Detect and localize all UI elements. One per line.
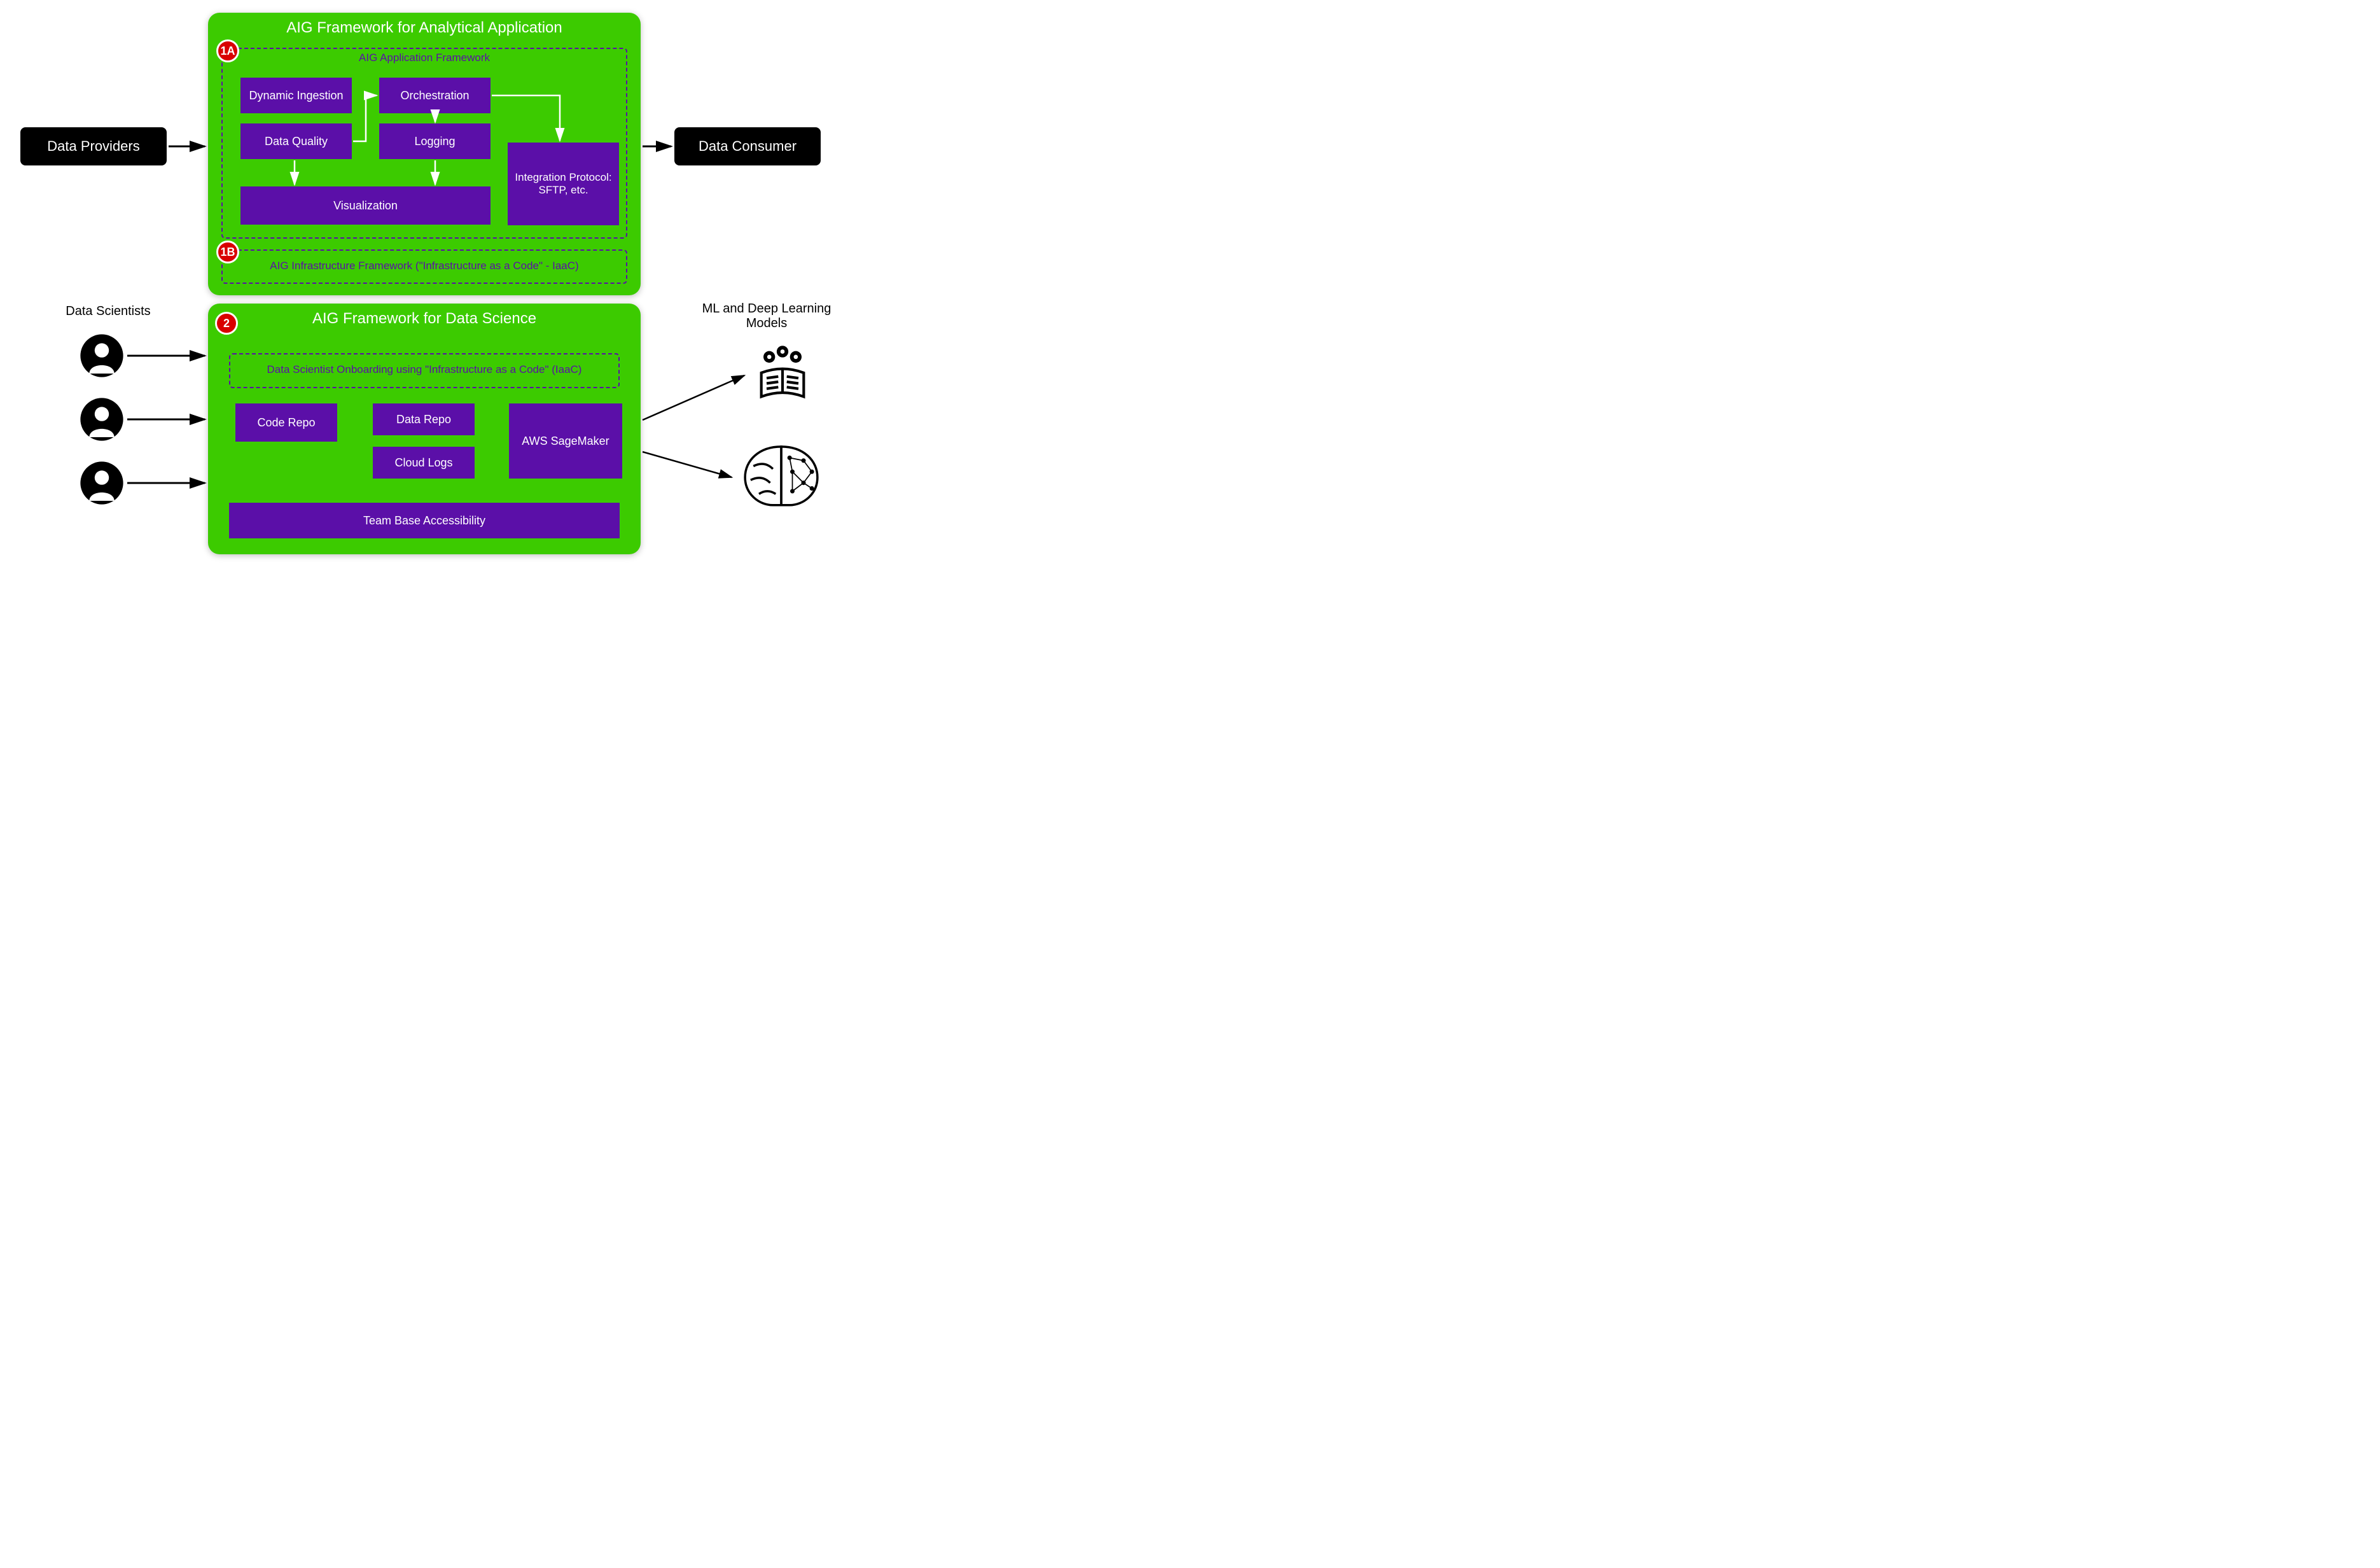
data-providers-label: Data Providers [47,138,140,155]
block-integration: Integration Protocol: SFTP, etc. [508,143,619,225]
block-cloud-logs: Cloud Logs [373,447,475,479]
block-code-repo: Code Repo [235,403,337,442]
data-providers-box: Data Providers [20,127,167,165]
block-team-access: Team Base Accessibility [229,503,620,538]
app-framework-label: AIG Application Framework [223,49,626,64]
ml-book-icon [751,344,814,407]
block-sagemaker: AWS SageMaker [509,403,622,479]
person-icon [80,397,124,442]
block-logging: Logging [379,123,491,159]
ml-models-label: ML and Deep Learning Models [690,302,843,331]
block-dynamic-ingestion: Dynamic Ingestion [240,78,352,113]
onboarding-container: Data Scientist Onboarding using "Infrast… [229,353,620,388]
badge-1b: 1B [216,241,239,263]
block-data-quality: Data Quality [240,123,352,159]
person-icon [80,461,124,505]
data-scientists-label: Data Scientists [45,304,172,319]
block-orchestration: Orchestration [379,78,491,113]
badge-1a: 1A [216,39,239,62]
data-consumer-box: Data Consumer [674,127,821,165]
block-visualization: Visualization [240,186,491,225]
infra-framework-label: AIG Infrastructure Framework ("Infrastru… [223,251,626,272]
badge-2: 2 [215,312,238,335]
data-consumer-label: Data Consumer [699,138,797,155]
ml-brain-icon [737,439,826,515]
infra-framework-container: AIG Infrastructure Framework ("Infrastru… [221,249,627,284]
person-icon [80,333,124,378]
onboarding-label: Data Scientist Onboarding using "Infrast… [230,354,618,376]
panel1-title: AIG Framework for Analytical Application [208,13,641,37]
diagram-canvas: Data Providers Data Consumer Data Scient… [0,0,948,625]
panel2-title: AIG Framework for Data Science [208,304,641,328]
block-data-repo: Data Repo [373,403,475,435]
